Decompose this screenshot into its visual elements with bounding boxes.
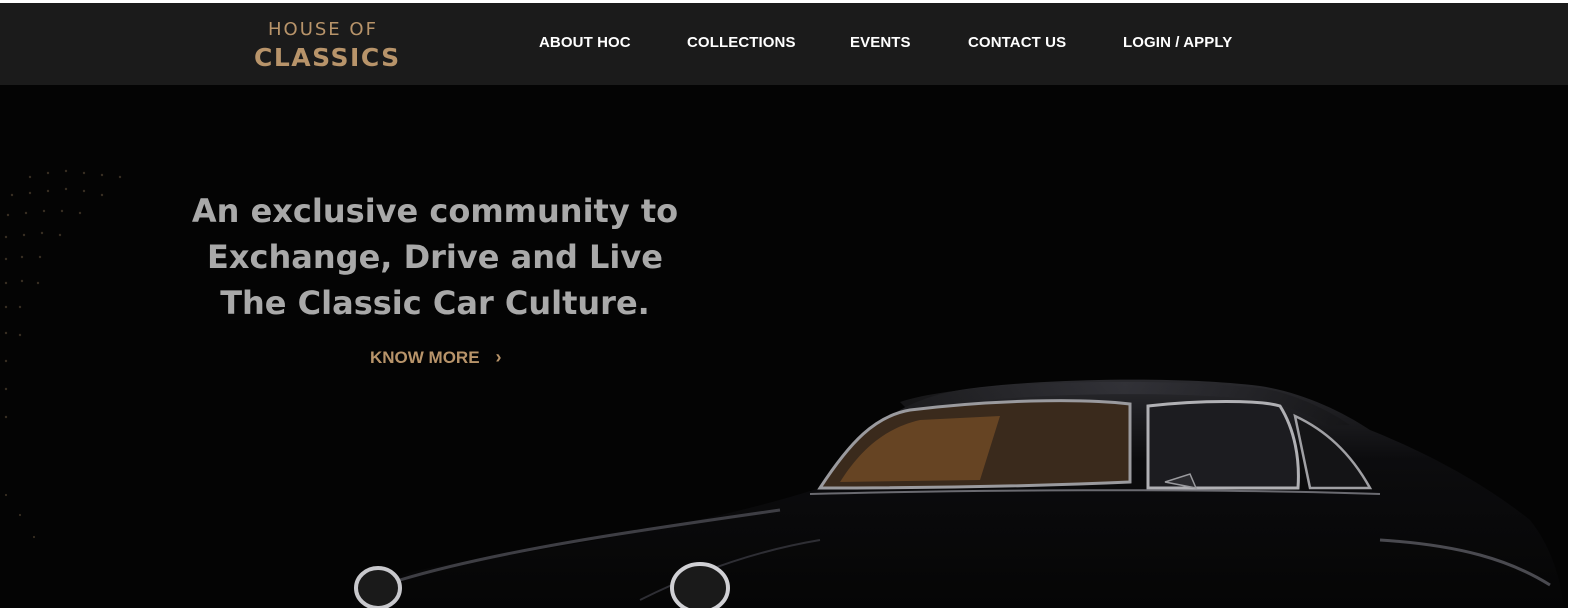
nav-events[interactable]: EVENTS <box>850 34 911 51</box>
classic-car-image <box>350 379 1564 608</box>
nav-about-hoc[interactable]: ABOUT HOC <box>539 34 631 51</box>
decorative-dot-pattern <box>4 169 122 539</box>
logo-line-1: HOUSE OF <box>268 19 378 40</box>
hero-headline: An exclusive community to Exchange, Driv… <box>190 188 680 326</box>
page: HOUSE OF CLASSICS ABOUT HOC COLLECTIONS … <box>0 0 1580 608</box>
nav-contact-us[interactable]: CONTACT US <box>968 34 1066 51</box>
headline-line-3: The Classic Car Culture. <box>220 284 650 322</box>
headline-line-2: Exchange, Drive and Live <box>207 238 663 276</box>
right-edge <box>1568 0 1580 608</box>
nav-collections[interactable]: COLLECTIONS <box>687 34 796 51</box>
know-more-button[interactable]: KNOW MORE › <box>370 347 502 368</box>
logo-line-2: CLASSICS <box>254 43 401 72</box>
site-logo[interactable]: HOUSE OF CLASSICS <box>254 17 399 77</box>
headline-line-1: An exclusive community to <box>191 192 679 230</box>
navbar: HOUSE OF CLASSICS ABOUT HOC COLLECTIONS … <box>0 3 1568 85</box>
chevron-right-icon: › <box>495 347 502 367</box>
hero-section: An exclusive community to Exchange, Driv… <box>0 85 1568 608</box>
nav-login-apply[interactable]: LOGIN / APPLY <box>1123 34 1232 51</box>
know-more-label: KNOW MORE <box>370 348 480 367</box>
